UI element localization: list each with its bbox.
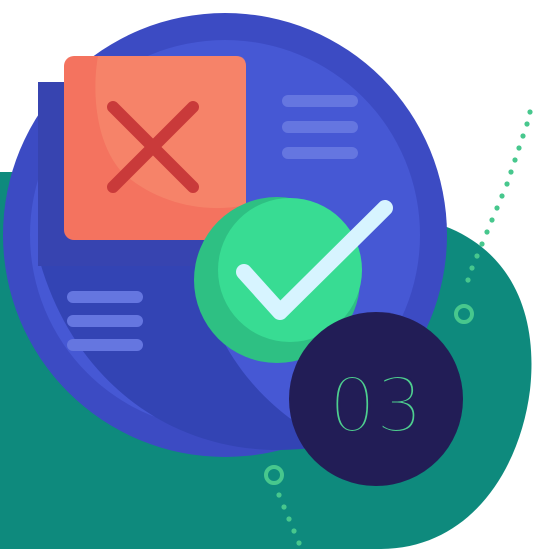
badge-number: 03 (329, 363, 423, 449)
illustration: 03 (0, 0, 534, 549)
number-badge: 03 (289, 312, 463, 486)
illustration-canvas: 03 (0, 13, 533, 549)
